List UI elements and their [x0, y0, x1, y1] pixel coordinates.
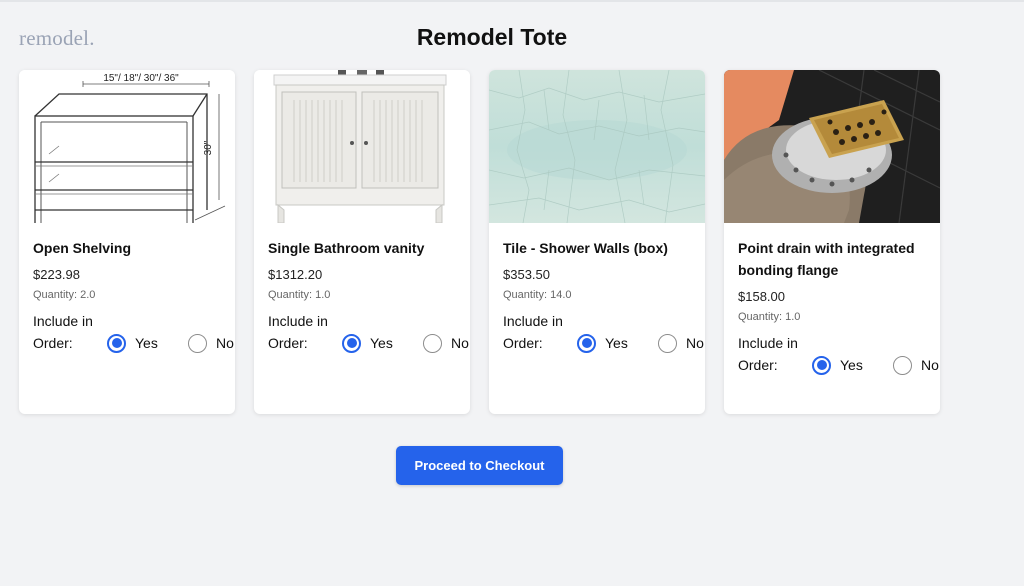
product-price: $1312.20: [268, 267, 323, 282]
include-no-radio[interactable]: [893, 355, 912, 375]
include-no-option[interactable]: No: [423, 332, 469, 354]
product-card-point-drain: Point drain with integrated bonding flan…: [724, 70, 940, 414]
product-name: Open Shelving: [33, 240, 132, 256]
include-yes-label: Yes: [605, 335, 628, 351]
include-no-label: No: [451, 335, 469, 351]
include-no-radio[interactable]: [188, 333, 207, 353]
include-no-label: No: [686, 335, 704, 351]
include-yes-radio[interactable]: [107, 333, 126, 353]
product-name: Single Bathroom vanity: [268, 240, 425, 256]
product-price: $353.50: [503, 267, 550, 282]
include-no-label: No: [921, 357, 939, 373]
product-card-open-shelving: 15"/ 18"/ 30"/ 36" 30" Open Shelving $22…: [19, 70, 235, 414]
include-yes-option[interactable]: Yes: [577, 332, 628, 354]
include-in-order-group: Include in Order: Yes No: [738, 332, 940, 400]
include-no-label: No: [216, 335, 234, 351]
include-yes-label: Yes: [135, 335, 158, 351]
product-image-vanity: [254, 70, 470, 223]
tote-page: remodel. Remodel Tote 15"/ 18"/ 30"/ 36": [0, 0, 1024, 586]
vanity-illustration: [254, 70, 470, 223]
include-no-radio[interactable]: [423, 333, 442, 353]
include-yes-option[interactable]: Yes: [107, 332, 158, 354]
product-image-tile: [489, 70, 705, 223]
include-yes-label: Yes: [840, 357, 863, 373]
product-quantity: Quantity: 14.0: [503, 289, 572, 301]
product-image-shelving: 15"/ 18"/ 30"/ 36" 30": [19, 70, 235, 223]
product-image-drain: [724, 70, 940, 223]
product-card-bathroom-vanity: Single Bathroom vanity $1312.20 Quantity…: [254, 70, 470, 414]
shelving-height-dimension: 30": [203, 140, 214, 155]
drain-photo: [724, 70, 940, 223]
include-in-order-group: Include in Order: Yes No: [33, 310, 235, 378]
include-yes-option[interactable]: Yes: [812, 354, 863, 376]
product-name: Tile - Shower Walls (box): [503, 240, 668, 256]
include-yes-radio[interactable]: [577, 333, 596, 353]
page-title: Remodel Tote: [416, 24, 568, 50]
include-in-order-label: Include in Order:: [503, 313, 563, 351]
include-in-order-label: Include in Order:: [268, 313, 328, 351]
include-yes-radio[interactable]: [342, 333, 361, 353]
product-name: Point drain with integrated bonding flan…: [738, 240, 915, 278]
include-yes-label: Yes: [370, 335, 393, 351]
proceed-to-checkout-button[interactable]: Proceed to Checkout: [396, 446, 563, 485]
shelving-drawing: 15"/ 18"/ 30"/ 36" 30": [19, 70, 235, 223]
include-in-order-label: Include in Order:: [738, 335, 798, 373]
product-price: $223.98: [33, 267, 80, 282]
product-card-shower-tile: Tile - Shower Walls (box) $353.50 Quanti…: [489, 70, 705, 414]
include-no-radio[interactable]: [658, 333, 677, 353]
product-quantity: Quantity: 1.0: [738, 311, 801, 323]
product-price: $158.00: [738, 289, 785, 304]
shelving-width-dimension: 15"/ 18"/ 30"/ 36": [103, 73, 179, 84]
include-yes-option[interactable]: Yes: [342, 332, 393, 354]
include-in-order-group: Include in Order: Yes No: [268, 310, 470, 378]
include-no-option[interactable]: No: [188, 332, 234, 354]
include-in-order-group: Include in Order: Yes No: [503, 310, 705, 378]
include-yes-radio[interactable]: [812, 355, 831, 375]
tile-photo: [489, 70, 705, 223]
product-quantity: Quantity: 2.0: [33, 289, 96, 301]
include-no-option[interactable]: No: [658, 332, 704, 354]
include-in-order-label: Include in Order:: [33, 313, 93, 351]
product-list: 15"/ 18"/ 30"/ 36" 30" Open Shelving $22…: [19, 70, 940, 414]
include-no-option[interactable]: No: [893, 354, 939, 376]
product-quantity: Quantity: 1.0: [268, 289, 331, 301]
